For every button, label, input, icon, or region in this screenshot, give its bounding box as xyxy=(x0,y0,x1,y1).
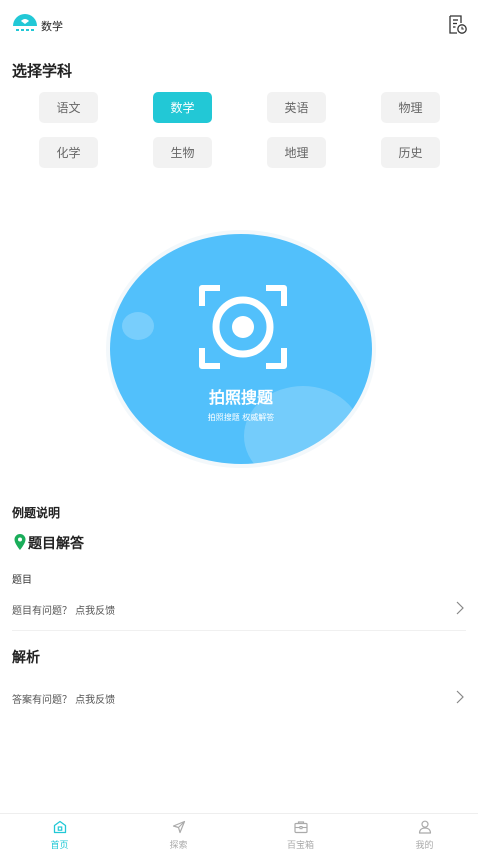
chevron-right-icon[interactable] xyxy=(455,600,465,616)
analysis-title: 解析 xyxy=(12,650,40,666)
toolbox-icon xyxy=(294,821,308,834)
section-divider xyxy=(12,630,466,631)
decor-bubble-small xyxy=(122,312,154,340)
photo-search-circle[interactable]: 拍照搜题 拍照搜题 权威解答 xyxy=(106,230,376,468)
subject-biology-button[interactable]: 生物 xyxy=(153,137,212,168)
home-icon xyxy=(53,820,67,834)
explore-icon xyxy=(172,820,186,834)
subject-history-button[interactable]: 历史 xyxy=(381,137,440,168)
subject-chinese-button[interactable]: 语文 xyxy=(39,92,98,123)
location-pin-icon xyxy=(14,534,26,550)
tab-toolbox[interactable]: 百宝箱 xyxy=(241,814,360,849)
question-feedback-row[interactable]: 题目有问题？ 点我反馈 xyxy=(0,598,478,622)
subject-english-button[interactable]: 英语 xyxy=(267,92,326,123)
app-header: 数学 xyxy=(0,0,478,50)
tab-explore[interactable]: 探索 xyxy=(119,814,238,849)
subject-physics-button[interactable]: 物理 xyxy=(381,92,440,123)
answer-feedback-row[interactable]: 答案有问题？ 点我反馈 xyxy=(0,687,478,711)
photo-search-button[interactable]: 拍照搜题 拍照搜题 权威解答 xyxy=(106,230,376,468)
bottom-tab-bar: 首页 探索 百宝箱 我的 xyxy=(0,813,478,849)
user-icon xyxy=(418,820,432,834)
app-logo-icon xyxy=(13,14,37,32)
subject-chemistry-button[interactable]: 化学 xyxy=(39,137,98,168)
tab-explore-label: 探索 xyxy=(169,841,188,849)
photo-search-title: 拍照搜题 xyxy=(208,388,273,407)
tab-home-label: 首页 xyxy=(50,841,69,849)
question-label: 题目 xyxy=(12,575,32,586)
tab-toolbox-label: 百宝箱 xyxy=(286,841,314,849)
tab-mine-label: 我的 xyxy=(415,841,434,849)
subject-geography-button[interactable]: 地理 xyxy=(267,137,326,168)
answer-feedback-text[interactable]: 答案有问题？ 点我反馈 xyxy=(12,691,115,706)
tab-mine[interactable]: 我的 xyxy=(365,814,478,849)
select-subject-title: 选择学科 xyxy=(12,62,73,80)
history-record-icon[interactable] xyxy=(446,14,468,36)
camera-scan-icon xyxy=(199,285,287,369)
example-label: 例题说明 xyxy=(12,506,61,520)
photo-search-subtitle: 拍照搜题 权威解答 xyxy=(207,413,275,422)
chevron-right-icon[interactable] xyxy=(455,689,465,705)
tab-home[interactable]: 首页 xyxy=(0,814,119,849)
answer-section-title: 题目解答 xyxy=(28,536,84,552)
subject-title: 数学 xyxy=(41,20,63,33)
subject-math-button[interactable]: 数学 xyxy=(153,92,212,123)
question-feedback-text[interactable]: 题目有问题？ 点我反馈 xyxy=(12,602,115,617)
